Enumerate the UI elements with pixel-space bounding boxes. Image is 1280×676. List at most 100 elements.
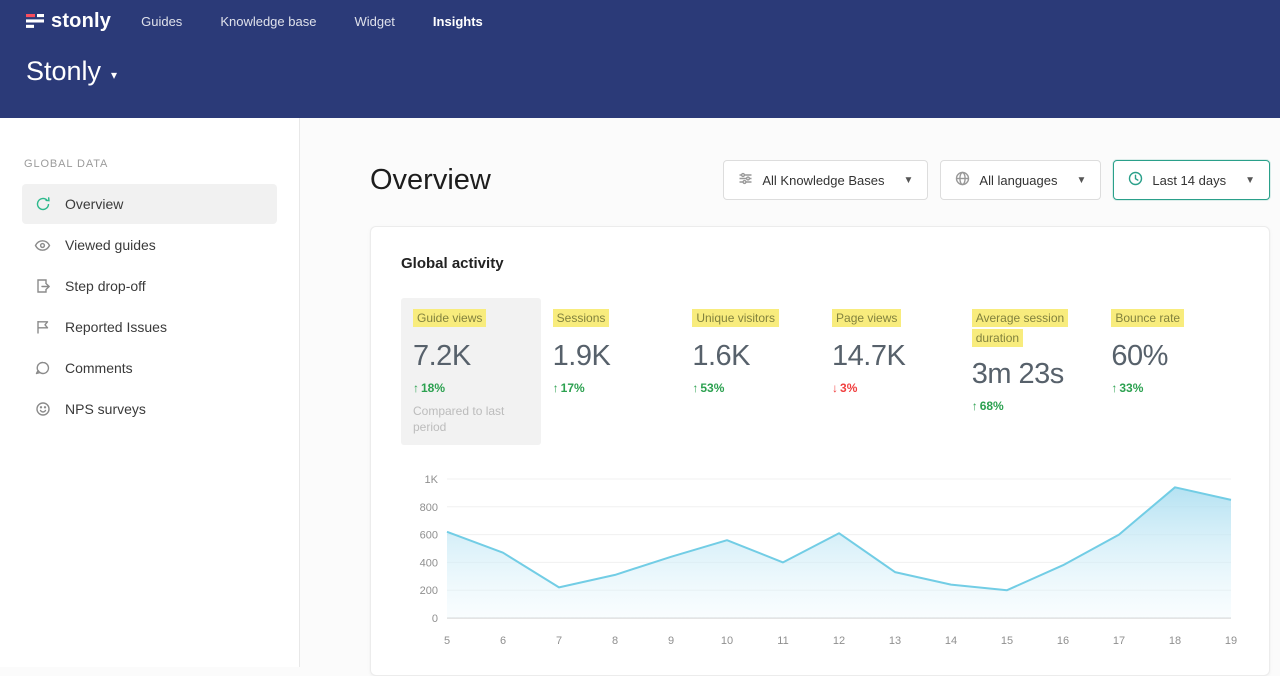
languages-filter-label: All languages [979,173,1057,188]
metric-label: Bounce rate [1111,309,1184,327]
metric-change: ↑33% [1111,381,1229,395]
metric-unique-visitors[interactable]: Unique visitors 1.6K ↑53% [680,298,820,445]
chevron-down-icon: ▼ [904,175,914,186]
metric-label: Page views [832,309,901,327]
arrow-up-icon: ↑ [553,381,559,395]
stonly-logo[interactable]: stonly [26,10,111,33]
svg-text:19: 19 [1225,635,1237,647]
area-chart-svg: 02004006008001K5678910111213141516171819 [401,467,1241,652]
sidebar-item-step-drop-off[interactable]: Step drop-off [22,266,277,306]
page-exit-icon [34,278,51,295]
metric-change: ↑68% [972,399,1090,413]
chevron-down-icon: ▾ [111,68,117,82]
overview-refresh-icon [34,196,51,213]
page-title: Overview [370,164,491,197]
sidebar: GLOBAL DATA Overview Viewed guides Step … [0,118,300,667]
svg-text:8: 8 [612,635,618,647]
svg-text:600: 600 [420,530,438,542]
nav-item-knowledge-base[interactable]: Knowledge base [220,14,316,29]
metric-page-views[interactable]: Page views 14.7K ↓3% [820,298,960,445]
metric-average-session-duration[interactable]: Average session duration 3m 23s ↑68% [960,298,1100,445]
svg-text:11: 11 [777,635,788,647]
chevron-down-icon: ▼ [1076,175,1086,186]
svg-text:12: 12 [833,635,845,647]
chevron-down-icon: ▼ [1245,175,1255,186]
sidebar-item-reported-issues[interactable]: Reported Issues [22,307,277,347]
sidebar-item-label: Overview [65,196,123,212]
sidebar-item-label: NPS surveys [65,401,146,417]
metric-label: Average session duration [972,309,1069,347]
stonly-logo-icon [26,12,44,30]
svg-text:0: 0 [432,613,438,625]
global-activity-card: Global activity Guide views 7.2K ↑18% Co… [370,226,1270,676]
nav-item-guides[interactable]: Guides [141,14,182,29]
sidebar-item-overview[interactable]: Overview [22,184,277,224]
metrics-row: Guide views 7.2K ↑18% Compared to last p… [401,298,1239,445]
globe-icon [955,171,970,189]
app-header: stonly Guides Knowledge base Widget Insi… [0,0,1280,118]
svg-text:200: 200 [420,585,438,597]
arrow-up-icon: ↑ [692,381,698,395]
smiley-icon [34,401,51,418]
metric-value: 1.9K [553,340,671,373]
languages-filter[interactable]: All languages ▼ [940,160,1101,200]
metric-value: 7.2K [413,340,531,373]
card-title: Global activity [401,255,1239,272]
metric-change: ↓3% [832,381,950,395]
sidebar-item-nps-surveys[interactable]: NPS surveys [22,389,277,429]
metric-value: 3m 23s [972,358,1090,391]
nav-item-widget[interactable]: Widget [354,14,394,29]
date-range-filter[interactable]: Last 14 days ▼ [1113,160,1270,200]
svg-text:800: 800 [420,502,438,514]
sidebar-item-label: Reported Issues [65,319,167,335]
metric-note: Compared to last period [413,403,518,435]
svg-text:9: 9 [668,635,674,647]
metric-change: ↑53% [692,381,810,395]
brand-name: stonly [51,10,111,33]
svg-text:400: 400 [420,557,438,569]
activity-chart[interactable]: 02004006008001K5678910111213141516171819 [401,467,1239,657]
metric-change: ↑18% [413,381,531,395]
nav-item-insights[interactable]: Insights [433,14,483,29]
metric-value: 1.6K [692,340,810,373]
metric-label: Unique visitors [692,309,779,327]
svg-text:13: 13 [889,635,901,647]
svg-text:5: 5 [444,635,450,647]
workspace-selector[interactable]: Stonly ▾ [0,42,1280,87]
metric-value: 60% [1111,340,1229,373]
svg-text:7: 7 [556,635,562,647]
comment-bubble-icon [34,360,51,377]
metric-value: 14.7K [832,340,950,373]
arrow-up-icon: ↑ [972,399,978,413]
sidebar-item-label: Comments [65,360,133,376]
metric-guide-views[interactable]: Guide views 7.2K ↑18% Compared to last p… [401,298,541,445]
sidebar-item-comments[interactable]: Comments [22,348,277,388]
filter-bar: All Knowledge Bases ▼ All languages ▼ La… [723,160,1270,200]
svg-text:17: 17 [1113,635,1125,647]
main-content: Overview All Knowledge Bases ▼ All langu… [301,118,1280,667]
metric-sessions[interactable]: Sessions 1.9K ↑17% [541,298,681,445]
metric-label: Sessions [553,309,610,327]
sliders-icon [738,171,753,189]
svg-text:1K: 1K [425,474,439,486]
main-header: Overview All Knowledge Bases ▼ All langu… [370,160,1270,200]
arrow-down-icon: ↓ [832,381,838,395]
sidebar-item-viewed-guides[interactable]: Viewed guides [22,225,277,265]
svg-text:15: 15 [1001,635,1013,647]
date-range-filter-label: Last 14 days [1152,173,1226,188]
svg-text:16: 16 [1057,635,1069,647]
sidebar-item-label: Viewed guides [65,237,156,253]
svg-text:18: 18 [1169,635,1181,647]
svg-text:6: 6 [500,635,506,647]
metric-label: Guide views [413,309,486,327]
sidebar-item-label: Step drop-off [65,278,146,294]
knowledge-bases-filter[interactable]: All Knowledge Bases ▼ [723,160,928,200]
nav-items: Guides Knowledge base Widget Insights [141,14,483,29]
top-navigation: stonly Guides Knowledge base Widget Insi… [0,0,1280,42]
workspace-title: Stonly [26,56,101,87]
svg-text:14: 14 [945,635,957,647]
metric-bounce-rate[interactable]: Bounce rate 60% ↑33% [1099,298,1239,445]
arrow-up-icon: ↑ [413,381,419,395]
clock-icon [1128,171,1143,189]
flag-icon [34,319,51,336]
